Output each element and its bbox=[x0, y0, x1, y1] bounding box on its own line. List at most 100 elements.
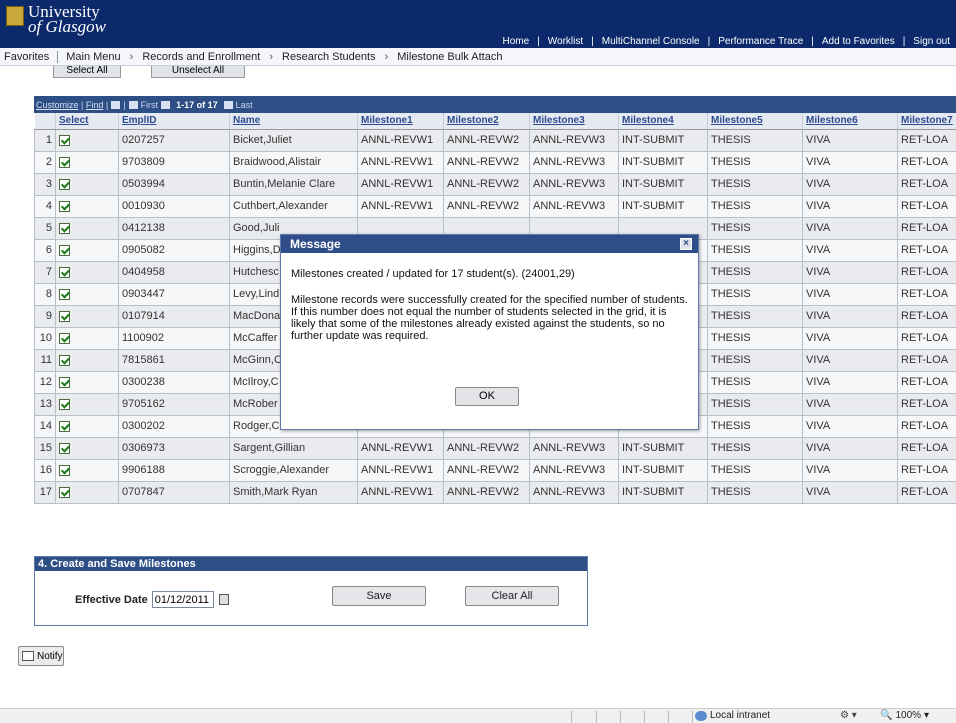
checkbox-checked-icon[interactable] bbox=[59, 178, 70, 190]
select-checkbox[interactable] bbox=[55, 458, 119, 482]
sign-out-link[interactable]: Sign out bbox=[913, 36, 950, 47]
select-checkbox[interactable] bbox=[55, 194, 119, 218]
select-checkbox[interactable] bbox=[55, 370, 119, 394]
crumb-milestone-bulk-attach[interactable]: Milestone Bulk Attach bbox=[393, 51, 506, 63]
col-milestone7[interactable]: Milestone7 bbox=[897, 113, 956, 130]
checkbox-checked-icon[interactable] bbox=[59, 464, 70, 476]
col-milestone1[interactable]: Milestone1 bbox=[357, 113, 444, 130]
chevron-right-icon: › bbox=[384, 50, 389, 63]
crest-icon bbox=[6, 6, 24, 26]
home-link[interactable]: Home bbox=[502, 36, 529, 47]
select-checkbox[interactable] bbox=[55, 216, 119, 240]
zoom-level: 100% bbox=[895, 710, 922, 721]
select-checkbox[interactable] bbox=[55, 392, 119, 416]
next-icon[interactable] bbox=[223, 100, 233, 109]
row-number: 14 bbox=[34, 414, 56, 438]
ok-button[interactable]: OK bbox=[455, 387, 519, 406]
col-milestone4[interactable]: Milestone4 bbox=[618, 113, 708, 130]
select-checkbox[interactable] bbox=[55, 128, 119, 152]
checkbox-checked-icon[interactable] bbox=[59, 310, 70, 322]
milestone-cell: VIVA bbox=[802, 392, 898, 416]
worklist-link[interactable]: Worklist bbox=[548, 36, 583, 47]
select-checkbox[interactable] bbox=[55, 414, 119, 438]
select-checkbox[interactable] bbox=[55, 436, 119, 460]
university-logo[interactable]: University of Glasgow bbox=[6, 3, 106, 35]
zoom-control[interactable]: 🔍 100% ▾ bbox=[880, 710, 929, 721]
col-milestone6[interactable]: Milestone6 bbox=[802, 113, 898, 130]
row-number: 7 bbox=[34, 260, 56, 284]
row-number: 2 bbox=[34, 150, 56, 174]
checkbox-checked-icon[interactable] bbox=[59, 244, 70, 256]
view-all-icon[interactable] bbox=[111, 100, 121, 109]
select-all-button[interactable]: Select All bbox=[53, 66, 121, 78]
favorites-menu[interactable]: Favorites bbox=[0, 51, 53, 63]
col-select[interactable]: Select bbox=[55, 113, 119, 130]
col-milestone5[interactable]: Milestone5 bbox=[707, 113, 803, 130]
chevron-right-icon: › bbox=[269, 50, 274, 63]
milestone-cell: ANNL-REVW1 bbox=[357, 150, 444, 174]
col-milestone2[interactable]: Milestone2 bbox=[443, 113, 530, 130]
prev-icon[interactable] bbox=[161, 100, 171, 109]
multichannel-console-link[interactable]: MultiChannel Console bbox=[602, 36, 700, 47]
emplid-cell: 0300202 bbox=[118, 414, 230, 438]
col-milestone3[interactable]: Milestone3 bbox=[529, 113, 619, 130]
milestone-cell: RET-LOA bbox=[897, 150, 956, 174]
select-checkbox[interactable] bbox=[55, 282, 119, 306]
checkbox-checked-icon[interactable] bbox=[59, 156, 70, 168]
checkbox-checked-icon[interactable] bbox=[59, 332, 70, 344]
select-checkbox[interactable] bbox=[55, 304, 119, 328]
select-checkbox[interactable] bbox=[55, 238, 119, 262]
milestone-cell: VIVA bbox=[802, 282, 898, 306]
milestone-cell: ANNL-REVW1 bbox=[357, 458, 444, 482]
dialog-title: Message bbox=[290, 237, 341, 251]
checkbox-checked-icon[interactable] bbox=[59, 288, 70, 300]
notify-label: Notify bbox=[37, 650, 63, 662]
checkbox-checked-icon[interactable] bbox=[59, 420, 70, 432]
milestone-cell: THESIS bbox=[707, 194, 803, 218]
crumb-records[interactable]: Records and Enrollment bbox=[138, 51, 264, 63]
col-emplid[interactable]: EmplID bbox=[118, 113, 230, 130]
first-link: First bbox=[140, 99, 159, 110]
customize-link[interactable]: Customize bbox=[36, 100, 79, 110]
message-dialog: Message × Milestones created / updated f… bbox=[280, 234, 699, 430]
protected-mode-icon[interactable]: ⚙ ▾ bbox=[840, 710, 857, 721]
select-checkbox[interactable] bbox=[55, 480, 119, 504]
unselect-all-button[interactable]: Unselect All bbox=[151, 66, 245, 78]
checkbox-checked-icon[interactable] bbox=[59, 486, 70, 498]
checkbox-checked-icon[interactable] bbox=[59, 354, 70, 366]
performance-trace-link[interactable]: Performance Trace bbox=[718, 36, 803, 47]
name-cell: Bicket,Juliet bbox=[229, 128, 358, 152]
checkbox-checked-icon[interactable] bbox=[59, 442, 70, 454]
milestone-cell: VIVA bbox=[802, 458, 898, 482]
col-name[interactable]: Name bbox=[229, 113, 358, 130]
select-checkbox[interactable] bbox=[55, 150, 119, 174]
select-checkbox[interactable] bbox=[55, 172, 119, 196]
add-to-favorites-link[interactable]: Add to Favorites bbox=[822, 36, 895, 47]
calendar-icon[interactable] bbox=[218, 594, 229, 605]
checkbox-checked-icon[interactable] bbox=[59, 222, 70, 234]
checkbox-checked-icon[interactable] bbox=[59, 200, 70, 212]
milestone-cell: INT-SUBMIT bbox=[618, 480, 708, 504]
select-checkbox[interactable] bbox=[55, 326, 119, 350]
milestone-cell: ANNL-REVW3 bbox=[529, 128, 619, 152]
name-cell: Braidwood,Alistair bbox=[229, 150, 358, 174]
download-icon[interactable] bbox=[128, 100, 138, 109]
checkbox-checked-icon[interactable] bbox=[59, 266, 70, 278]
save-button[interactable]: Save bbox=[332, 586, 426, 606]
section-title: 4. Create and Save Milestones bbox=[35, 557, 587, 571]
effective-date-input[interactable] bbox=[151, 591, 214, 608]
checkbox-checked-icon[interactable] bbox=[59, 376, 70, 388]
find-link[interactable]: Find bbox=[86, 100, 104, 110]
select-checkbox[interactable] bbox=[55, 348, 119, 372]
crumb-research-students[interactable]: Research Students bbox=[278, 51, 380, 63]
milestone-cell: THESIS bbox=[707, 392, 803, 416]
clear-all-button[interactable]: Clear All bbox=[465, 586, 559, 606]
checkbox-checked-icon[interactable] bbox=[59, 134, 70, 146]
main-menu[interactable]: Main Menu bbox=[62, 51, 124, 63]
close-icon[interactable]: × bbox=[680, 238, 692, 250]
notify-button[interactable]: Notify bbox=[18, 646, 64, 666]
milestone-cell: ANNL-REVW3 bbox=[529, 458, 619, 482]
checkbox-checked-icon[interactable] bbox=[59, 398, 70, 410]
select-checkbox[interactable] bbox=[55, 260, 119, 284]
milestone-cell: RET-LOA bbox=[897, 238, 956, 262]
